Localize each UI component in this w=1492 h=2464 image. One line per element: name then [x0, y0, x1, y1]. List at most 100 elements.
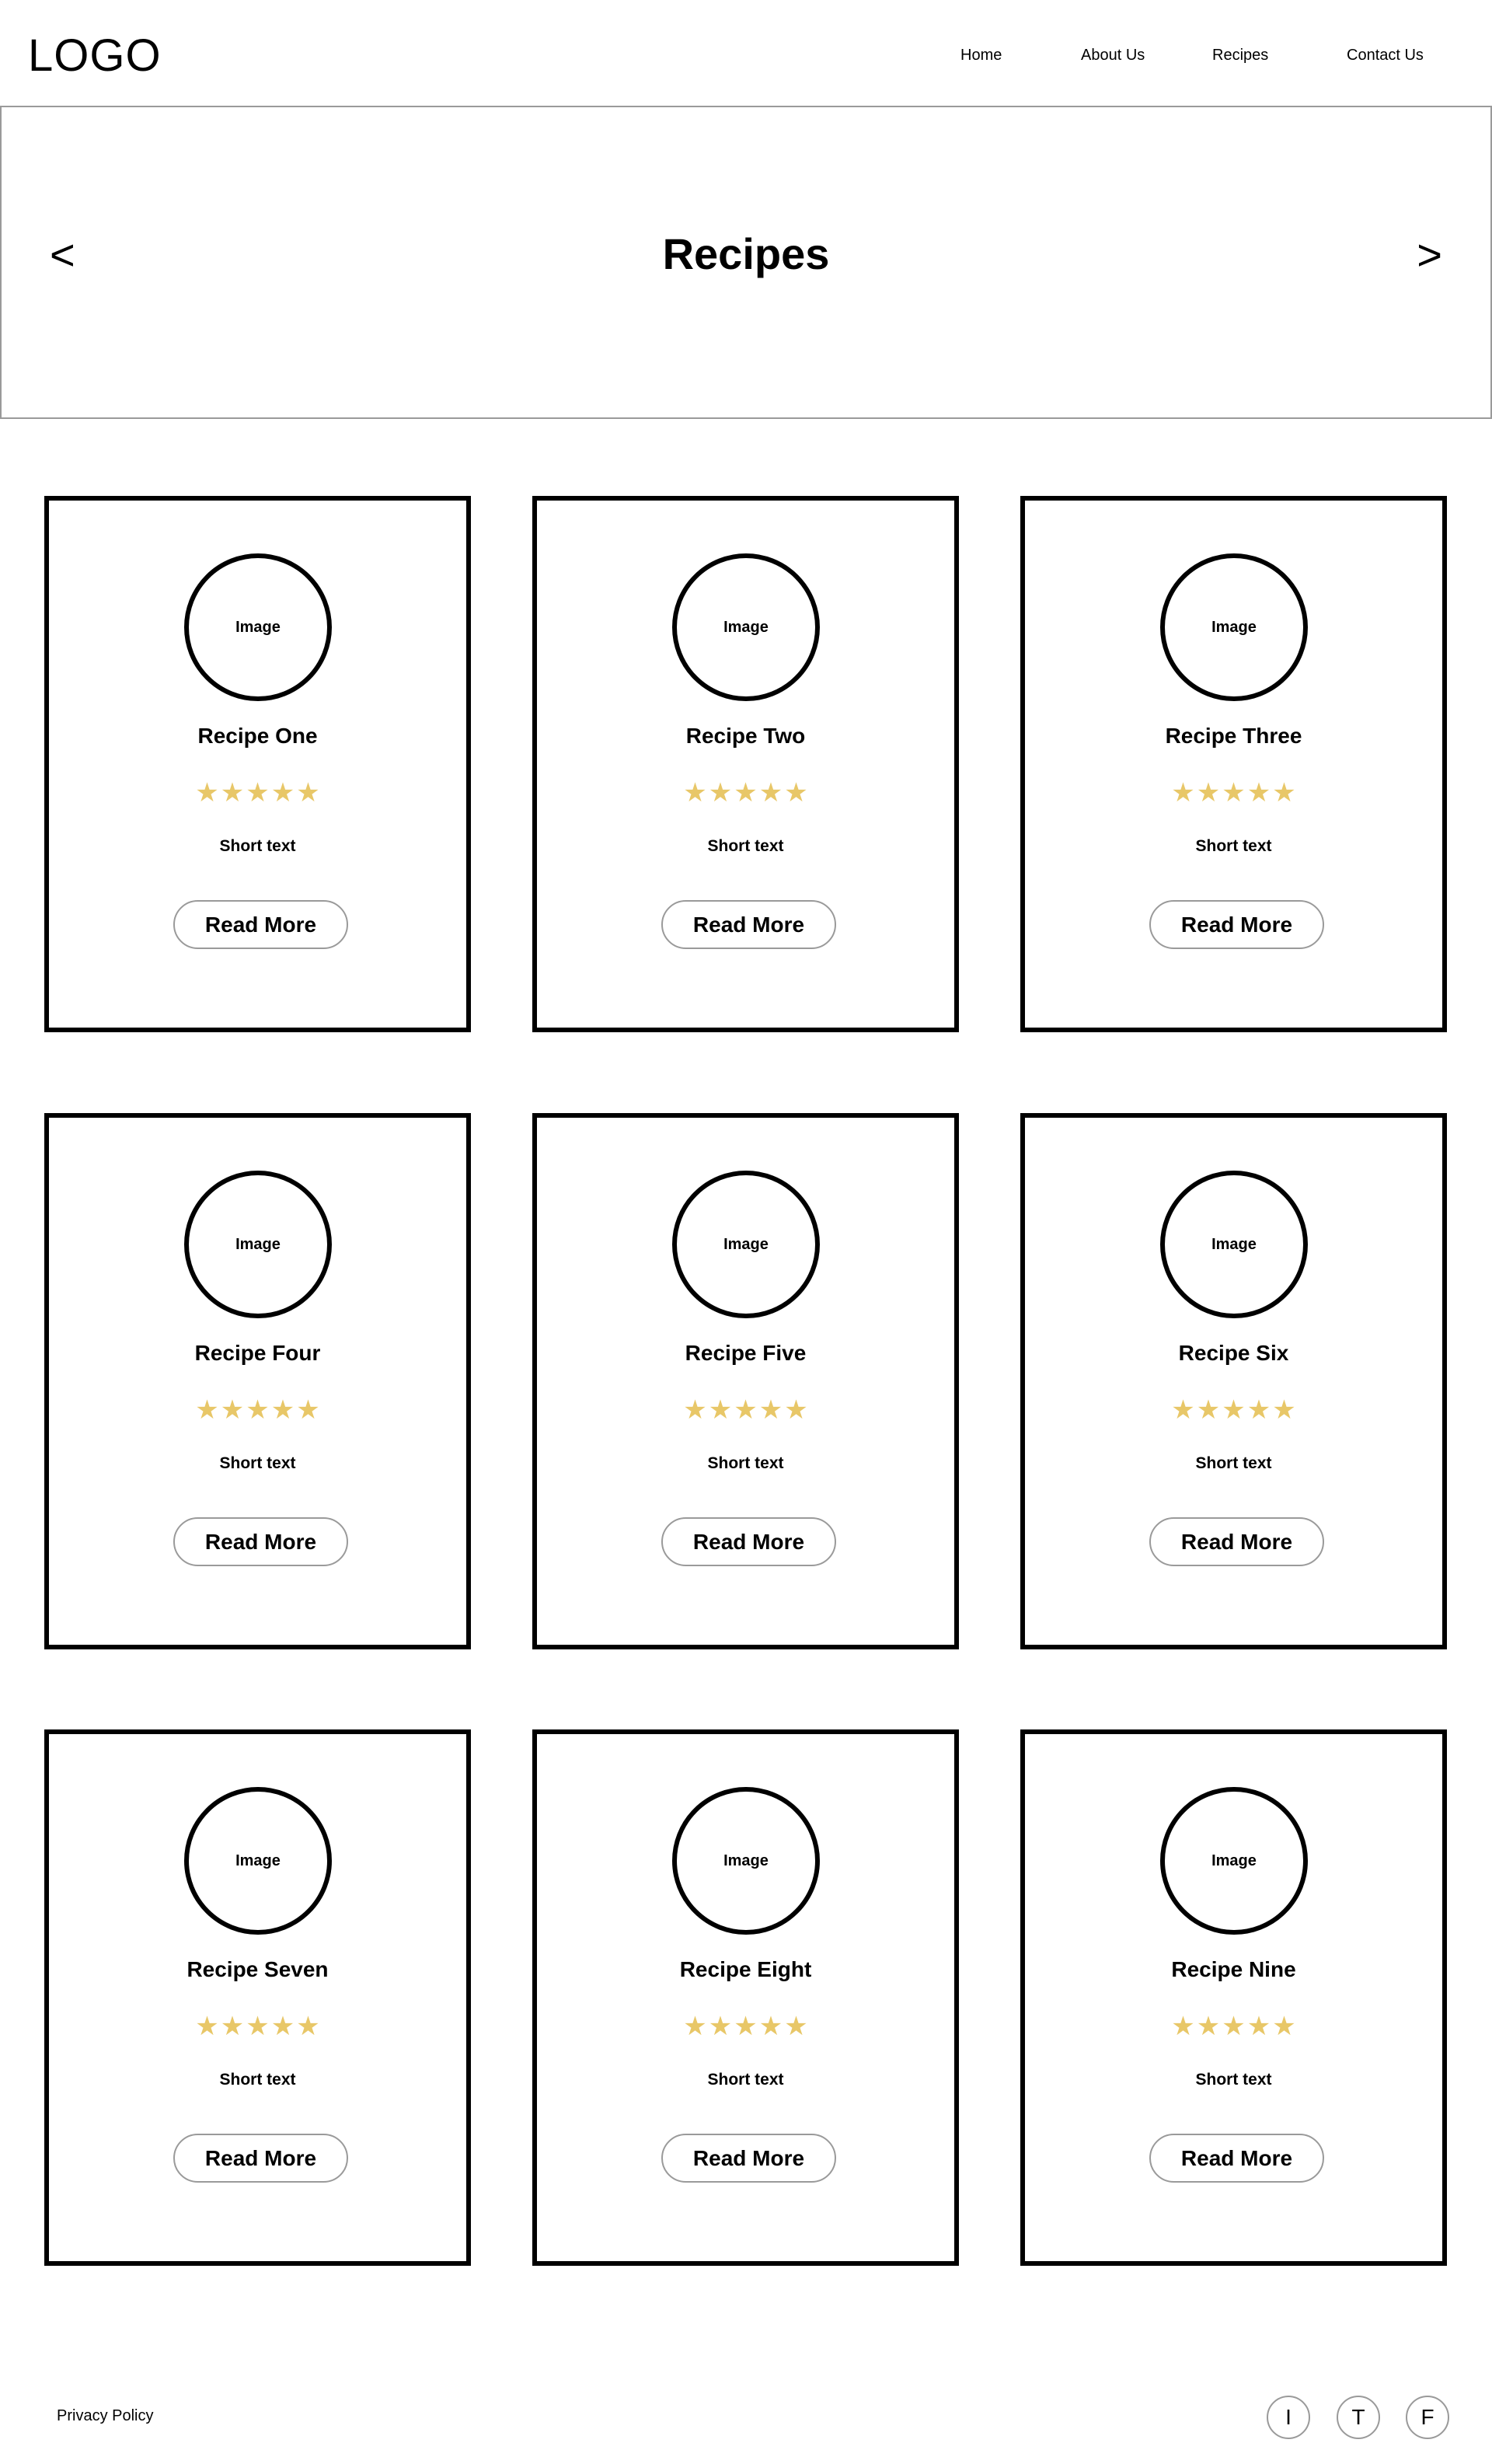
- read-more-button[interactable]: Read More: [173, 900, 348, 949]
- read-more-button[interactable]: Read More: [173, 2134, 348, 2183]
- star-rating: ★ ★ ★ ★ ★: [49, 1396, 466, 1424]
- read-more-button[interactable]: Read More: [1149, 900, 1324, 949]
- star-icon: ★: [734, 777, 758, 808]
- recipe-card: Image Recipe One ★ ★ ★ ★ ★ Short text Read More: [44, 496, 471, 1032]
- star-icon: ★: [220, 777, 245, 808]
- star-icon: ★: [1171, 1394, 1195, 1426]
- recipe-short-text: Short text: [219, 2071, 296, 2089]
- star-icon: ★: [734, 1394, 758, 1426]
- recipe-title: Recipe Six: [1178, 1341, 1289, 1365]
- privacy-policy-link[interactable]: Privacy Policy: [57, 2406, 153, 2425]
- nav-home-link[interactable]: Home: [960, 45, 1002, 65]
- star-icon: ★: [784, 2011, 808, 2042]
- recipe-card: Image Recipe Three ★ ★ ★ ★ ★ Short text Read Mor…: [1020, 496, 1447, 1032]
- recipe-short-text: Short text: [707, 1454, 784, 1472]
- star-icon: ★: [1246, 777, 1271, 808]
- star-icon: ★: [1171, 777, 1195, 808]
- star-icon: ★: [246, 777, 270, 808]
- recipe-short-text: Short text: [707, 2071, 784, 2089]
- star-icon: ★: [683, 777, 707, 808]
- recipe-card: Image Recipe Nine ★ ★ ★ ★ ★ Short text Read More: [1020, 1729, 1447, 2266]
- star-icon: ★: [1272, 1394, 1296, 1426]
- carousel-next-button[interactable]: >: [1417, 232, 1442, 278]
- star-icon: ★: [708, 1394, 733, 1426]
- facebook-link-icon[interactable]: F: [1406, 2396, 1449, 2439]
- star-icon: ★: [784, 777, 808, 808]
- star-icon: ★: [220, 2011, 245, 2042]
- read-more-button[interactable]: Read More: [661, 900, 836, 949]
- read-more-button[interactable]: Read More: [1149, 2134, 1324, 2183]
- star-icon: ★: [1196, 1394, 1221, 1426]
- recipe-short-text: Short text: [219, 1454, 296, 1472]
- star-icon: ★: [1272, 2011, 1296, 2042]
- read-more-button[interactable]: Read More: [661, 2134, 836, 2183]
- recipe-image-placeholder: Image: [184, 1171, 332, 1318]
- star-icon: ★: [270, 2011, 295, 2042]
- recipe-title: Recipe Seven: [186, 1957, 329, 1981]
- twitter-link-icon[interactable]: T: [1337, 2396, 1380, 2439]
- star-icon: ★: [195, 777, 219, 808]
- star-rating: ★ ★ ★ ★ ★: [537, 1396, 954, 1424]
- star-icon: ★: [1246, 2011, 1271, 2042]
- recipe-title: Recipe Five: [685, 1341, 807, 1365]
- recipe-card: Image Recipe Seven ★ ★ ★ ★ ★ Short text Read Mor…: [44, 1729, 471, 2266]
- recipe-card: Image Recipe Two ★ ★ ★ ★ ★ Short text Read More: [532, 496, 959, 1032]
- star-rating: ★ ★ ★ ★ ★: [1025, 2012, 1442, 2040]
- read-more-button[interactable]: Read More: [173, 1517, 348, 1566]
- star-icon: ★: [296, 777, 320, 808]
- nav-about-link[interactable]: About Us: [1081, 45, 1145, 65]
- star-rating: ★ ★ ★ ★ ★: [537, 2012, 954, 2040]
- star-icon: ★: [758, 777, 783, 808]
- recipe-short-text: Short text: [707, 837, 784, 855]
- read-more-button[interactable]: Read More: [1149, 1517, 1324, 1566]
- page: LOGO Home About Us Recipes Contact Us < …: [0, 0, 1492, 2464]
- recipe-image-placeholder: Image: [184, 553, 332, 701]
- star-icon: ★: [758, 2011, 783, 2042]
- star-icon: ★: [270, 777, 295, 808]
- star-rating: ★ ★ ★ ★ ★: [1025, 1396, 1442, 1424]
- star-icon: ★: [1222, 1394, 1246, 1426]
- recipe-title: Recipe Three: [1165, 724, 1302, 748]
- nav-contact-link[interactable]: Contact Us: [1347, 45, 1424, 65]
- page-title: Recipes: [662, 229, 830, 278]
- star-icon: ★: [683, 1394, 707, 1426]
- recipe-card: Image Recipe Four ★ ★ ★ ★ ★ Short text Read More: [44, 1113, 471, 1649]
- recipe-short-text: Short text: [1195, 837, 1272, 855]
- star-icon: ★: [246, 2011, 270, 2042]
- star-icon: ★: [1272, 777, 1296, 808]
- hero-banner: < Recipes >: [0, 106, 1492, 419]
- recipe-card: Image Recipe Eight ★ ★ ★ ★ ★ Short text Read Mor…: [532, 1729, 959, 2266]
- nav-recipes-link[interactable]: Recipes: [1212, 45, 1268, 65]
- recipe-image-placeholder: Image: [672, 1787, 820, 1935]
- recipe-title: Recipe Two: [685, 724, 806, 748]
- recipe-image-placeholder: Image: [672, 1171, 820, 1318]
- read-more-button[interactable]: Read More: [661, 1517, 836, 1566]
- star-rating: ★ ★ ★ ★ ★: [49, 779, 466, 807]
- recipe-card: Image Recipe Five ★ ★ ★ ★ ★ Short text Read More: [532, 1113, 959, 1649]
- recipe-short-text: Short text: [1195, 1454, 1272, 1472]
- recipe-image-placeholder: Image: [1160, 1787, 1308, 1935]
- star-icon: ★: [195, 2011, 219, 2042]
- star-icon: ★: [1196, 2011, 1221, 2042]
- logo[interactable]: LOGO: [28, 31, 162, 81]
- star-icon: ★: [1222, 777, 1246, 808]
- recipe-title: Recipe One: [197, 724, 318, 748]
- star-icon: ★: [195, 1394, 219, 1426]
- star-icon: ★: [734, 2011, 758, 2042]
- star-rating: ★ ★ ★ ★ ★: [537, 779, 954, 807]
- star-icon: ★: [1196, 777, 1221, 808]
- recipe-image-placeholder: Image: [1160, 553, 1308, 701]
- star-icon: ★: [683, 2011, 707, 2042]
- site-header: LOGO Home About Us Recipes Contact Us: [0, 0, 1492, 106]
- star-icon: ★: [220, 1394, 245, 1426]
- star-rating: ★ ★ ★ ★ ★: [49, 2012, 466, 2040]
- instagram-link-icon[interactable]: I: [1267, 2396, 1310, 2439]
- recipe-title: Recipe Nine: [1171, 1957, 1296, 1981]
- star-icon: ★: [1222, 2011, 1246, 2042]
- recipe-title: Recipe Eight: [679, 1957, 812, 1981]
- star-icon: ★: [246, 1394, 270, 1426]
- recipe-short-text: Short text: [1195, 2071, 1272, 2089]
- star-icon: ★: [270, 1394, 295, 1426]
- star-icon: ★: [296, 2011, 320, 2042]
- recipe-card: Image Recipe Six ★ ★ ★ ★ ★ Short text Read More: [1020, 1113, 1447, 1649]
